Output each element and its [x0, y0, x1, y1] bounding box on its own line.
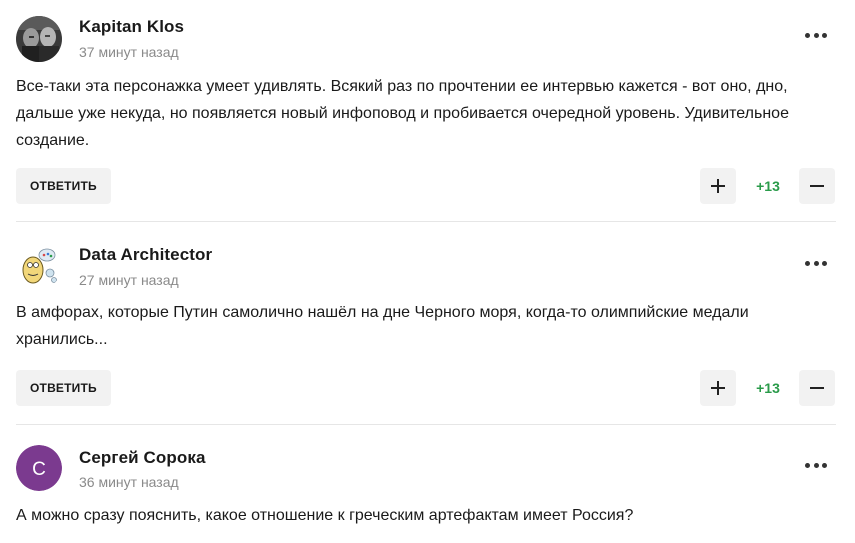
comment-author[interactable]: Сергей Сорока — [79, 448, 206, 468]
letter-avatar-icon: С — [16, 445, 62, 491]
comment-text: А можно сразу пояснить, какое отношение … — [16, 507, 634, 524]
avatar[interactable]: С — [16, 445, 62, 491]
more-options-icon[interactable] — [805, 463, 827, 469]
comment-item: С Сергей Сорока 36 минут назад А можно с… — [0, 0, 855, 543]
comment-time: 36 минут назад — [79, 474, 179, 490]
avatar-letter: С — [32, 459, 46, 480]
